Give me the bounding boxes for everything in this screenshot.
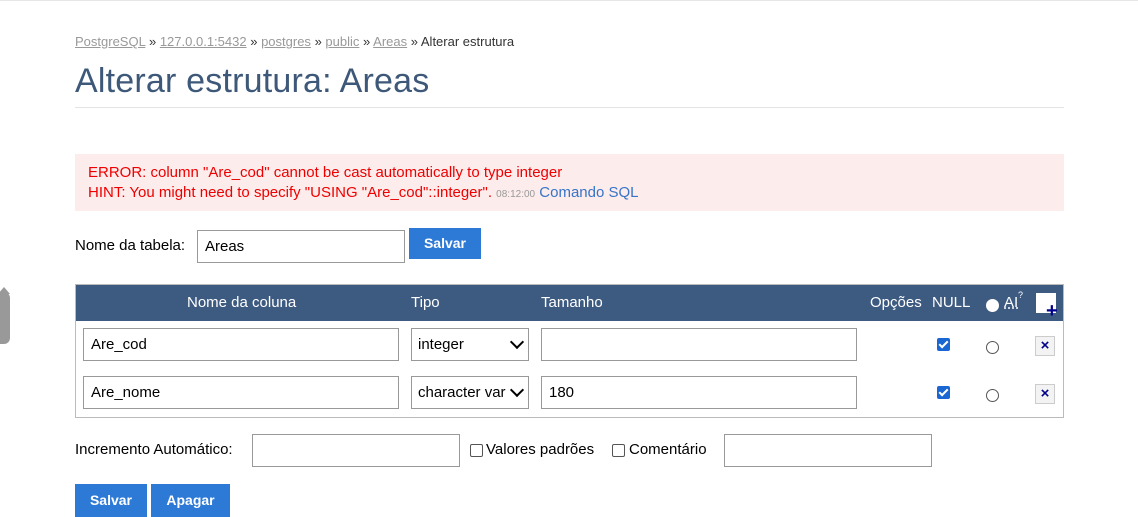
scrollbar-thumb[interactable] [0, 292, 10, 344]
column-type-select[interactable]: integer [411, 328, 529, 361]
page-title: Alterar estrutura: Areas [75, 62, 430, 100]
breadcrumb-link-table[interactable]: Areas [373, 34, 407, 49]
remove-column-button[interactable]: × [1035, 384, 1055, 404]
column-name-input[interactable] [83, 376, 399, 409]
save-button[interactable]: Salvar [75, 484, 147, 517]
error-time: 08:12:00 [496, 189, 536, 200]
ai-radio[interactable] [986, 389, 999, 402]
options-header: Opções [870, 294, 922, 311]
chevron-down-icon [509, 382, 525, 398]
breadcrumb: PostgreSQL » 127.0.0.1:5432 » postgres »… [75, 34, 514, 49]
null-checkbox[interactable] [937, 386, 950, 399]
sql-command-link[interactable]: Comando SQL [539, 184, 638, 201]
breadcrumb-link-schema[interactable]: public [325, 34, 359, 49]
comment-checkbox[interactable] [612, 444, 625, 457]
column-size-input[interactable] [541, 376, 857, 409]
defaults-label[interactable]: Valores padrões [486, 441, 594, 458]
breadcrumb-separator: » [410, 34, 418, 49]
column-size-input[interactable] [541, 328, 857, 361]
column-type-select[interactable]: character var [411, 376, 529, 409]
size-header: Tamanho [541, 294, 603, 311]
plus-icon: + [1046, 300, 1058, 322]
remove-column-button[interactable]: × [1035, 336, 1055, 356]
error-hint: HINT: You might need to specify "USING "… [88, 184, 492, 201]
error-line: ERROR: column "Are_cod" cannot be cast a… [88, 164, 563, 181]
ai-header-radio[interactable] [986, 299, 999, 312]
null-header: NULL [932, 294, 971, 311]
ai-help-sup[interactable]: ? [1018, 290, 1023, 300]
auto-increment-label: Incremento Automático: [75, 441, 233, 458]
top-border [0, 0, 1138, 1]
breadcrumb-link-driver[interactable]: PostgreSQL [75, 34, 145, 49]
delete-button[interactable]: Apagar [151, 484, 230, 517]
error-hint-line: HINT: You might need to specify "USING "… [88, 183, 1051, 205]
type-header: Tipo [411, 294, 440, 311]
breadcrumb-separator: » [148, 34, 157, 49]
columns-table: Nome da coluna Tipo Tamanho Opções NULL … [75, 284, 1064, 418]
breadcrumb-link-server[interactable]: 127.0.0.1:5432 [160, 34, 247, 49]
breadcrumb-separator: » [363, 34, 371, 49]
auto-increment-input[interactable] [252, 434, 460, 467]
ai-header: AI [1004, 294, 1019, 311]
breadcrumb-link-database[interactable]: postgres [261, 34, 311, 49]
breadcrumb-separator: » [314, 34, 322, 49]
defaults-checkbox[interactable] [470, 444, 483, 457]
column-type-value: character var [418, 384, 506, 401]
comment-input[interactable] [724, 434, 932, 467]
columns-table-header: Nome da coluna Tipo Tamanho Opções NULL … [76, 285, 1063, 321]
chevron-down-icon [509, 334, 525, 350]
null-checkbox[interactable] [937, 338, 950, 351]
table-name-input[interactable] [197, 230, 405, 263]
table-name-label: Nome da tabela: [75, 237, 186, 254]
comment-label[interactable]: Comentário [629, 441, 707, 458]
column-type-value: integer [418, 336, 464, 353]
close-icon: × [1040, 337, 1050, 354]
save-table-name-button[interactable]: Salvar [409, 228, 481, 259]
title-divider [75, 107, 1064, 108]
column-name-header: Nome da coluna [187, 294, 297, 311]
error-message: ERROR: column "Are_cod" cannot be cast a… [75, 154, 1064, 211]
breadcrumb-current: Alterar estrutura [420, 34, 515, 49]
close-icon: × [1040, 385, 1050, 402]
add-column-button[interactable]: + [1036, 293, 1058, 321]
ai-radio[interactable] [986, 341, 999, 354]
breadcrumb-separator: » [250, 34, 258, 49]
column-name-input[interactable] [83, 328, 399, 361]
